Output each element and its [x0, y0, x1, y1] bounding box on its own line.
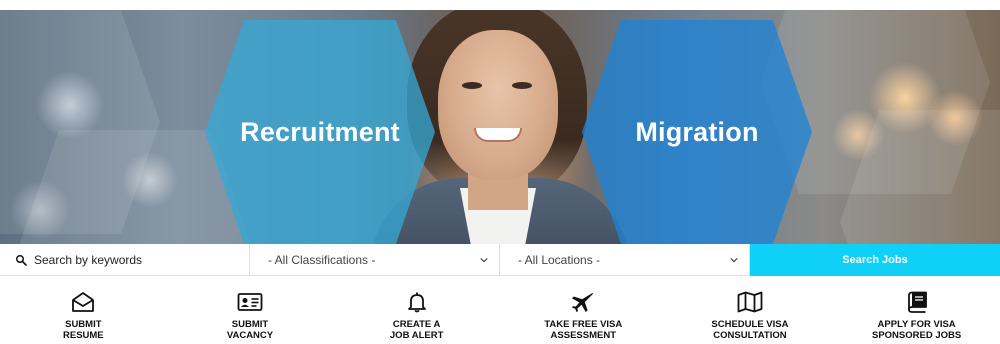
hero-person-face — [438, 30, 558, 180]
chevron-down-icon — [730, 258, 738, 263]
hero-person-eye — [462, 82, 482, 89]
create-job-alert-label-line2: JOB ALERT — [389, 330, 444, 341]
free-visa-assessment-label-line2: ASSESSMENT — [550, 330, 617, 341]
quick-actions: SUBMIT RESUME SUBMIT VACANCY CREATE A JO… — [0, 277, 1000, 344]
id-card-icon — [237, 293, 263, 311]
create-job-alert-action[interactable]: CREATE A JOB ALERT — [333, 277, 500, 344]
bell-icon — [407, 292, 426, 313]
recruitment-title: Recruitment — [240, 116, 400, 147]
location-select[interactable]: - All Locations - — [500, 244, 750, 276]
create-job-alert-label-line1: CREATE A — [392, 319, 441, 330]
envelope-open-icon — [72, 292, 95, 312]
submit-vacancy-action[interactable]: SUBMIT VACANCY — [167, 277, 334, 344]
free-visa-assessment-action[interactable]: TAKE FREE VISA ASSESSMENT — [500, 277, 667, 344]
free-visa-assessment-label-line1: TAKE FREE VISA — [544, 319, 623, 330]
hero-person-eye — [512, 82, 532, 89]
top-strip — [0, 0, 1000, 10]
submit-resume-label-line2: RESUME — [63, 330, 104, 341]
keyword-search-field — [0, 244, 250, 276]
plane-icon — [572, 293, 594, 313]
visa-sponsored-jobs-label-line1: APPLY FOR VISA — [877, 319, 956, 330]
classification-select[interactable]: - All Classifications - — [250, 244, 500, 276]
schedule-visa-consultation-label-line1: SCHEDULE VISA — [711, 319, 789, 330]
keyword-search-input[interactable] — [34, 253, 244, 267]
hero-person-smile — [474, 128, 522, 142]
submit-resume-label-line1: SUBMIT — [65, 319, 102, 330]
hero-banner: Recruitment Migration — [0, 10, 1000, 244]
map-icon — [737, 291, 763, 313]
search-jobs-button[interactable]: Search Jobs — [750, 244, 1000, 276]
chevron-down-icon — [480, 258, 488, 263]
migration-hexagon[interactable]: Migration — [582, 20, 812, 244]
submit-vacancy-label-line1: SUBMIT — [231, 319, 269, 330]
submit-resume-action[interactable]: SUBMIT RESUME — [0, 277, 167, 344]
schedule-visa-consultation-label-line2: CONSULTATION — [713, 330, 787, 341]
classification-select-value: - All Classifications - — [268, 253, 376, 267]
search-icon — [16, 255, 27, 266]
recruitment-hexagon[interactable]: Recruitment — [205, 20, 435, 244]
book-icon — [907, 291, 927, 313]
visa-sponsored-jobs-label-line2: SPONSORED JOBS — [872, 330, 962, 341]
visa-sponsored-jobs-action[interactable]: APPLY FOR VISA SPONSORED JOBS — [833, 277, 1000, 344]
schedule-visa-consultation-action[interactable]: SCHEDULE VISA CONSULTATION — [667, 277, 834, 344]
migration-title: Migration — [635, 116, 759, 147]
location-select-value: - All Locations - — [518, 253, 601, 267]
job-search-bar: - All Classifications - - All Locations … — [0, 244, 1000, 276]
submit-vacancy-label-line2: VACANCY — [226, 330, 274, 341]
